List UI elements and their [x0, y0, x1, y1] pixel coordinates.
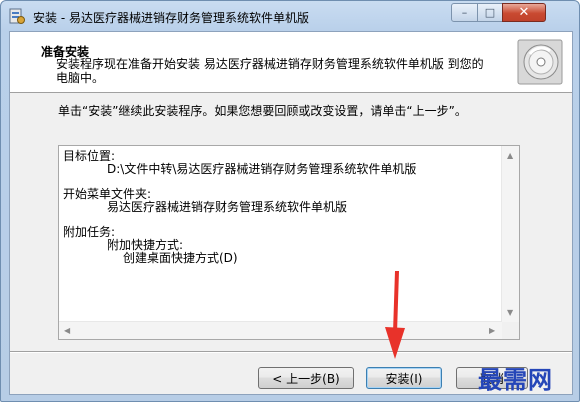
title-bar[interactable]: 安装 - 易达医疗器械进销存财务管理系统软件单机版 – □ ✕ — [1, 1, 579, 31]
close-button[interactable]: ✕ — [502, 3, 546, 22]
install-button[interactable]: 安装(I) — [366, 367, 442, 389]
scroll-right-arrow-icon[interactable]: ▶ — [489, 326, 495, 335]
instruction-text: 单击“安装”继续此安装程序。如果您想要回顾或改变设置，请单击“上一步”。 — [58, 104, 467, 118]
tasks-item: 创建桌面快捷方式(D) — [123, 251, 238, 265]
minimize-button[interactable]: – — [451, 3, 478, 22]
scroll-up-arrow-icon[interactable]: ▲ — [507, 151, 513, 160]
wizard-header: 准备安装 安装程序现在准备开始安装 易达医疗器械进销存财务管理系统软件单机版 到… — [10, 32, 572, 93]
startmenu-value: 易达医疗器械进销存财务管理系统软件单机版 — [107, 200, 348, 214]
scroll-left-arrow-icon[interactable]: ◀ — [64, 326, 70, 335]
installer-app-icon — [9, 8, 25, 24]
red-pointer-arrow-icon — [385, 271, 405, 359]
footer-divider — [10, 351, 572, 353]
maximize-icon: □ — [484, 6, 496, 19]
close-icon: ✕ — [518, 5, 530, 20]
vertical-scrollbar[interactable]: ▲ ▼ — [501, 146, 519, 322]
back-button[interactable]: < 上一步(B) — [258, 367, 354, 389]
memo-content: 目标位置: D:\文件中转\易达医疗器械进销存财务管理系统软件单机版 开始菜单文… — [63, 150, 493, 265]
installer-window: 安装 - 易达医疗器械进销存财务管理系统软件单机版 – □ ✕ 准备安装 安装程… — [0, 0, 580, 402]
cd-disc-icon — [517, 39, 563, 85]
ready-memo[interactable]: 目标位置: D:\文件中转\易达医疗器械进销存财务管理系统软件单机版 开始菜单文… — [58, 145, 520, 340]
dest-value: D:\文件中转\易达医疗器械进销存财务管理系统软件单机版 — [107, 162, 417, 176]
scrollbar-corner — [502, 322, 519, 339]
window-title: 安装 - 易达医疗器械进销存财务管理系统软件单机版 — [33, 11, 309, 25]
scroll-down-arrow-icon[interactable]: ▼ — [507, 308, 513, 317]
page-description: 安装程序现在准备开始安装 易达医疗器械进销存财务管理系统软件单机版 到您的电脑中… — [56, 57, 484, 85]
minimize-icon: – — [461, 6, 468, 19]
horizontal-scrollbar[interactable]: ◀ ▶ — [59, 321, 502, 339]
wizard-client-area: 准备安装 安装程序现在准备开始安装 易达医疗器械进销存财务管理系统软件单机版 到… — [9, 31, 573, 395]
watermark-logo: 最需网 — [478, 365, 553, 394]
maximize-button[interactable]: □ — [477, 3, 503, 22]
